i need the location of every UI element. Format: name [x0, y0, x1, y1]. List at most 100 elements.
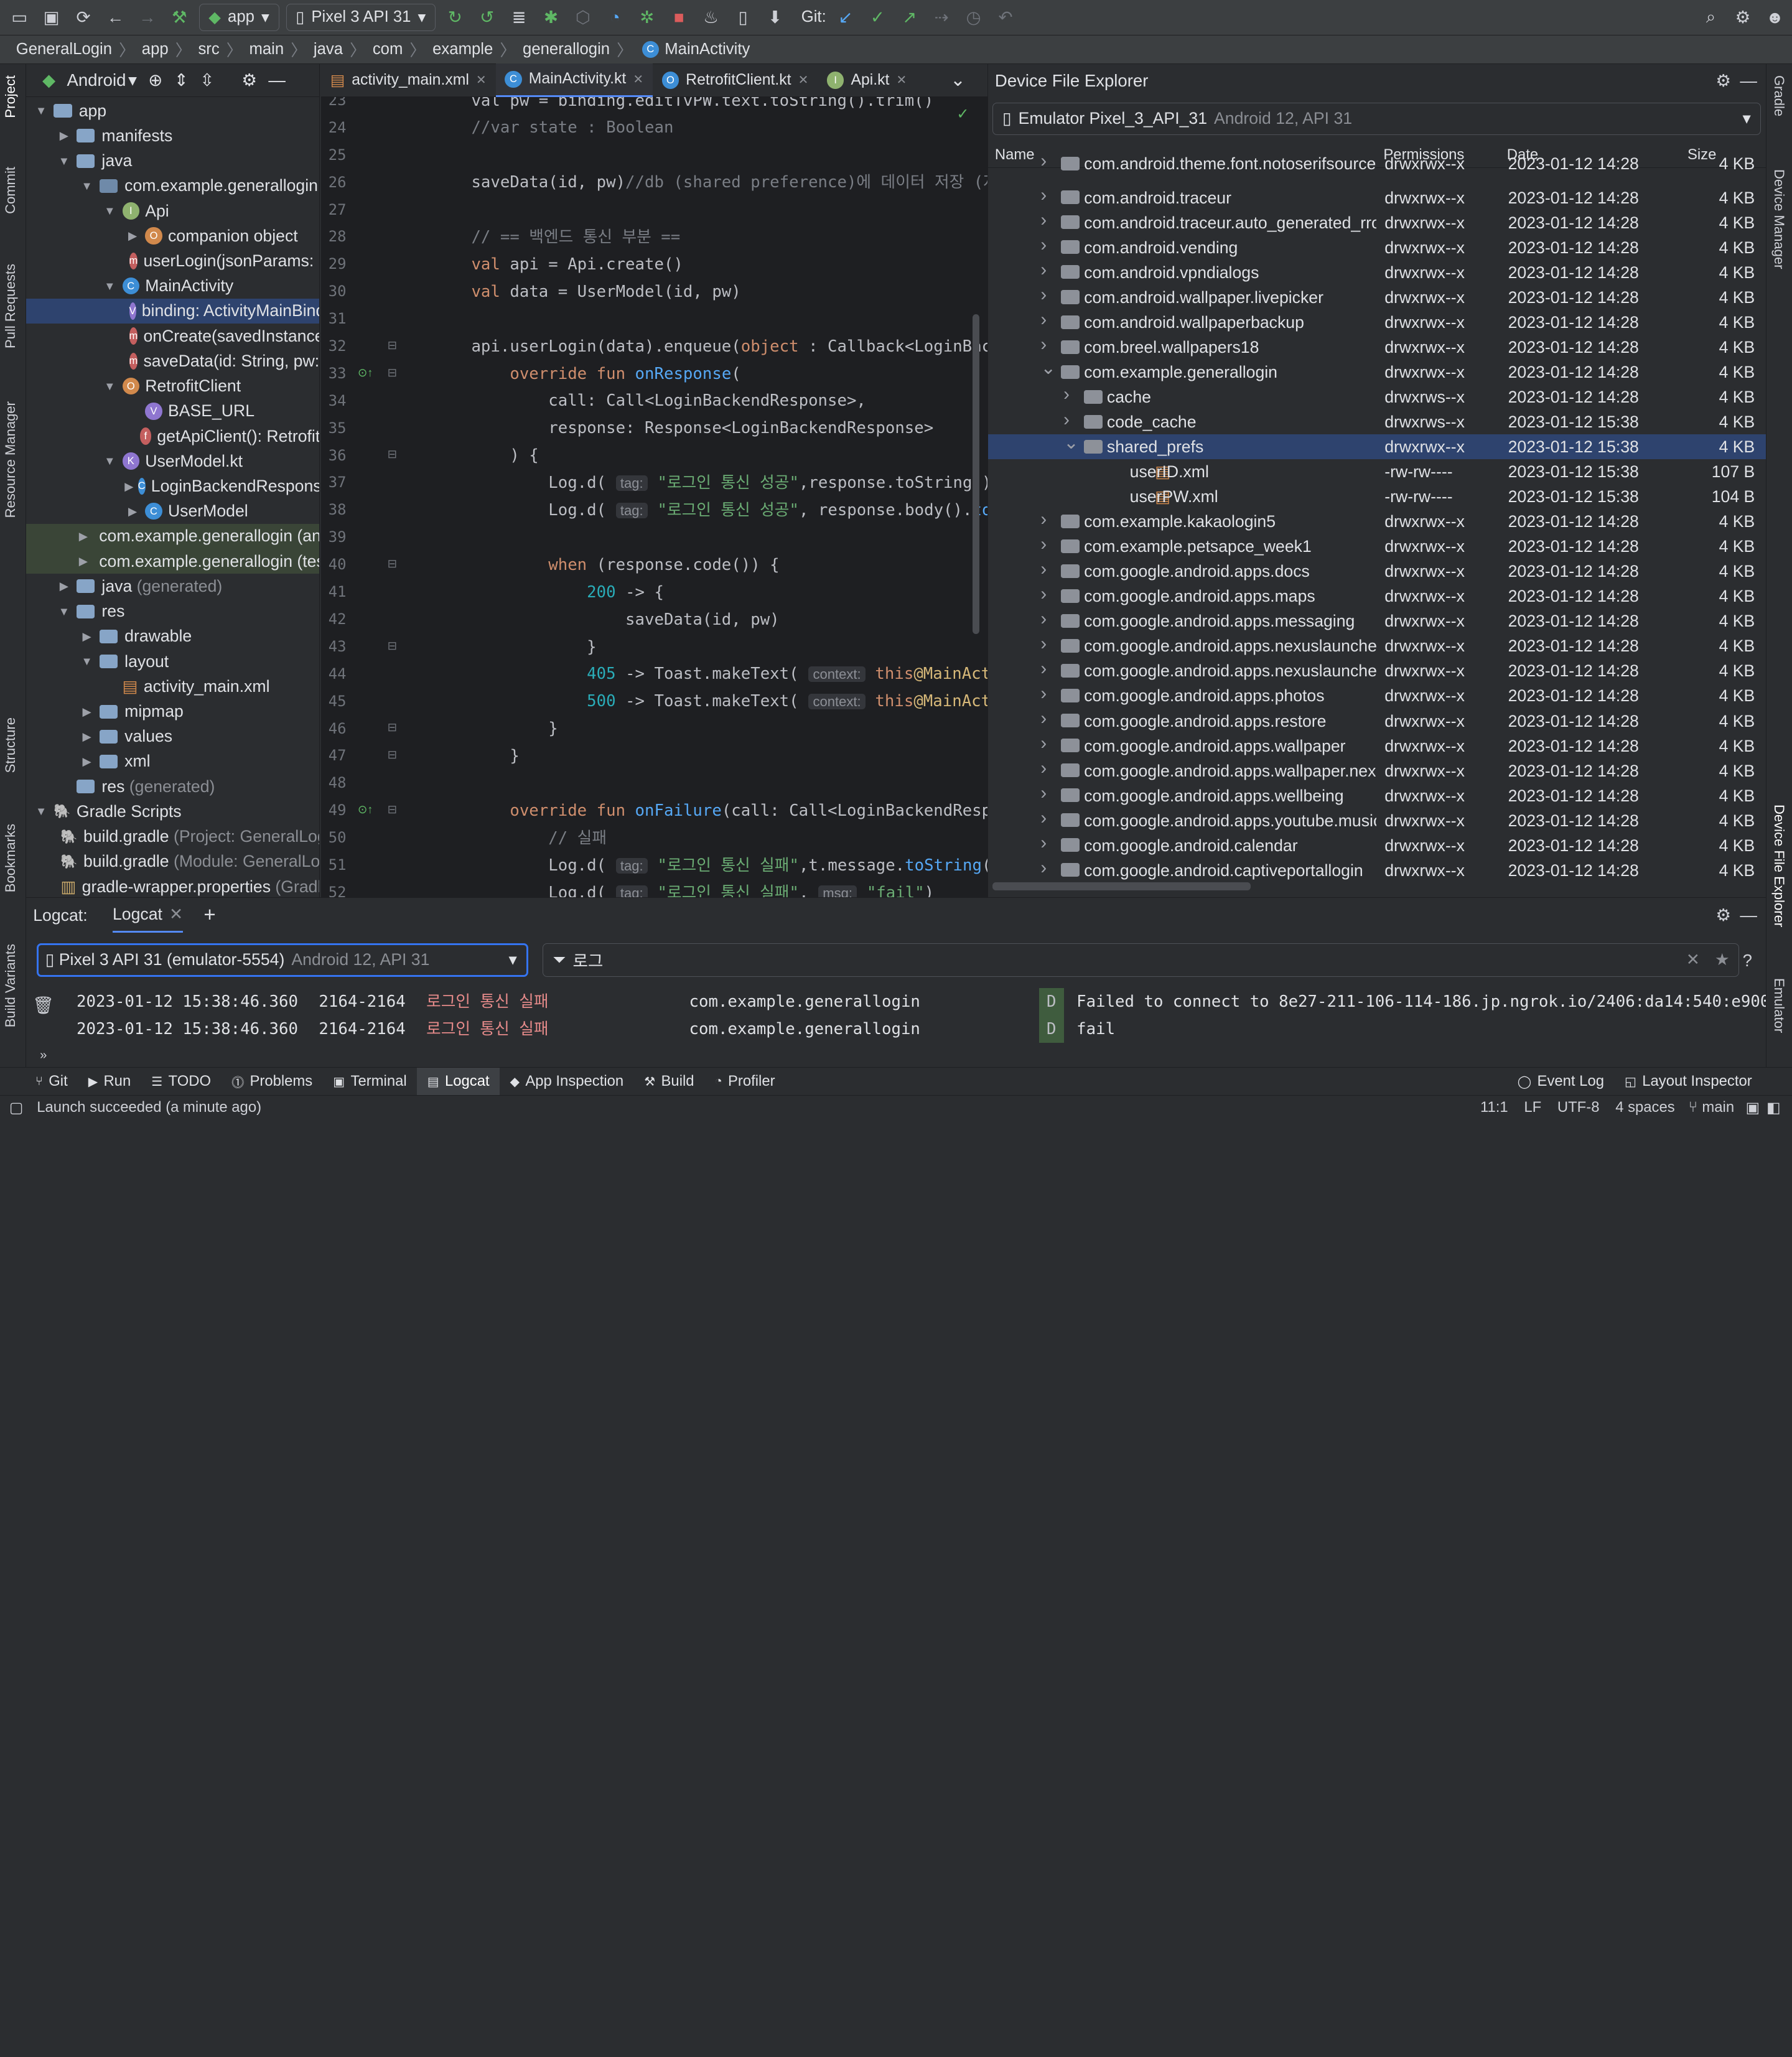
dfe-file-row[interactable]: › com.google.android.calendar drwxrwx--x 20… — [988, 833, 1766, 857]
project-tree-item[interactable]: ▼ O RetrofitClient — [101, 373, 319, 398]
dfe-file-row[interactable]: › com.google.android.apps.wellbeing drwxrw… — [988, 783, 1766, 808]
status-toggle-icon[interactable]: ▢ — [9, 1099, 24, 1117]
git-push-icon[interactable]: ↗ — [897, 5, 922, 30]
logcat-device-select[interactable]: ▯ Pixel 3 API 31 (emulator-5554) Android… — [36, 943, 528, 977]
breadcrumb-item[interactable]: com — [373, 40, 403, 58]
chevron-right-icon[interactable]: › — [1040, 210, 1047, 231]
attach-debugger-icon[interactable]: ⬡ — [571, 5, 595, 30]
bottom-tab[interactable]: ▤ Logcat — [417, 1067, 500, 1096]
bottom-tab[interactable]: ▶ Run — [78, 1068, 141, 1095]
chevron-right-icon[interactable]: › — [1040, 584, 1047, 605]
gradle-sync-icon[interactable]: ♨ — [698, 5, 723, 30]
stripe-commit[interactable]: Commit — [2, 167, 19, 214]
editor-tab[interactable]: O RetrofitClient.kt ✕ — [653, 63, 818, 96]
dfe-file-row[interactable]: › com.breel.wallpapers18 drwxrwx--x 2023-01… — [988, 334, 1766, 359]
dfe-file-row[interactable]: › cache drwxrws--x 2023-01-12 14:28 4 KB — [988, 384, 1766, 409]
event-log-button[interactable]: ◯ Event Log — [1507, 1068, 1614, 1095]
project-tree-item[interactable]: m userLogin(jsonParams: UserModel) — [124, 248, 319, 273]
project-tree-item[interactable]: ▼ C MainActivity — [101, 274, 319, 299]
chevron-down-icon[interactable]: ⌄ — [950, 69, 966, 91]
bottom-tab[interactable]: ⑂ Git — [25, 1068, 78, 1095]
dfe-file-row[interactable]: › com.android.wallpaperbackup drwxrwx--x 20… — [988, 309, 1766, 334]
run-config-select[interactable]: ◆ app ▾ — [198, 3, 279, 31]
chevron-right-icon[interactable]: › — [1063, 409, 1070, 431]
status-message[interactable]: Launch succeeded (a minute ago) — [37, 1099, 261, 1116]
dfe-file-row[interactable]: › com.google.android.captiveportallogin dr… — [988, 857, 1766, 882]
project-tree-item[interactable]: Vbinding: ActivityMainBinding — [26, 298, 320, 324]
chevron-right-icon[interactable]: ▶ — [124, 229, 141, 243]
project-tree-item[interactable]: 🐘 build.gradle(Module: GeneralLogin.app) — [56, 849, 319, 874]
chevron-right-icon[interactable]: › — [1040, 509, 1047, 530]
gear-icon[interactable]: ⚙ — [1730, 5, 1755, 30]
caret-position[interactable]: 11:1 — [1480, 1099, 1508, 1116]
minimize-icon[interactable]: — — [1736, 68, 1761, 93]
close-icon[interactable]: ✕ — [633, 72, 643, 87]
chevron-right-icon[interactable]: › — [1040, 309, 1047, 330]
dfe-file-row[interactable]: › com.google.android.apps.wallpaper.nexus… — [988, 758, 1766, 783]
chevron-right-icon[interactable]: › — [1040, 857, 1047, 879]
chevron-down-icon[interactable]: ▼ — [101, 279, 118, 293]
add-tab-icon[interactable]: + — [203, 903, 215, 927]
code-line[interactable]: Log.d( tag: "로그인 통신 성공",response.toStrin… — [394, 469, 987, 497]
git-commit-icon[interactable]: ✓ — [865, 5, 890, 30]
dfe-file-row[interactable]: ▤ userPW.xml -rw-rw---- 2023-01-12 15:38 104… — [988, 484, 1766, 509]
search-icon[interactable]: ⌕ — [1698, 5, 1723, 30]
project-tree-item[interactable]: 🐘 build.gradle(Project: GeneralLogin) — [56, 824, 319, 849]
chevron-down-icon[interactable]: ▼ — [56, 605, 72, 618]
chevron-right-icon[interactable]: › — [1040, 783, 1047, 804]
chevron-down-icon[interactable]: ⌄ — [1040, 357, 1056, 379]
bottom-tab[interactable]: ◔ Profiler — [704, 1068, 785, 1095]
code-line[interactable]: // 실패 — [394, 824, 607, 852]
bottom-tab[interactable]: ☰ TODO — [141, 1068, 222, 1095]
chevron-right-icon[interactable]: ▶ — [79, 705, 95, 719]
chevron-right-icon[interactable]: › — [1040, 708, 1047, 729]
code-line[interactable]: saveData(id, pw)//db (shared preference)… — [394, 169, 987, 196]
chevron-right-icon[interactable]: ▶ — [124, 480, 133, 493]
chevron-down-icon[interactable]: ▼ — [79, 655, 95, 668]
chevron-down-icon[interactable]: ▼ — [101, 204, 118, 218]
save-icon[interactable]: ▣ — [39, 5, 63, 30]
profile-icon[interactable]: ◔ — [602, 5, 627, 30]
git-update-icon[interactable]: ↙ — [833, 5, 858, 30]
code-line[interactable]: ) { — [394, 442, 538, 469]
gear-icon[interactable]: ⚙ — [1711, 68, 1736, 93]
project-tree-item[interactable]: m onCreate(savedInstanceState: Bundle?) — [124, 324, 319, 348]
minimize-icon[interactable]: — — [268, 70, 286, 90]
code-line[interactable]: when (response.code()) { — [394, 551, 779, 579]
chevron-right-icon[interactable]: ▶ — [56, 579, 72, 593]
apply-code-changes-icon[interactable]: ↺ — [474, 5, 499, 30]
project-tree-item[interactable]: m saveData(id: String, pw: String) — [124, 348, 319, 373]
project-tree-item[interactable]: f getApiClient(): Retrofit — [124, 424, 319, 449]
debug-attach-icon[interactable]: ✲ — [635, 5, 660, 30]
dfe-file-row[interactable]: › com.google.android.apps.photos drwxrwx--… — [988, 683, 1766, 708]
chevron-right-icon[interactable]: › — [1040, 151, 1047, 172]
breadcrumb-item[interactable]: src — [198, 40, 219, 58]
logcat-row[interactable]: 2023-01-12 15:38:46.360 2164-2164 로그인 통신 실… — [77, 987, 1766, 1015]
breadcrumb-item[interactable]: app — [142, 40, 169, 58]
code-line[interactable]: saveData(id, pw) — [394, 606, 780, 633]
expand-all-icon[interactable]: ⇕ — [174, 70, 189, 90]
device-select[interactable]: ▯ Pixel 3 API 31 ▾ — [286, 3, 436, 31]
chevron-down-icon[interactable]: ⌄ — [1063, 432, 1079, 454]
code-line[interactable]: 405 -> Toast.makeText( context: this@Mai… — [394, 660, 987, 688]
project-tree-item[interactable]: ▶ java (generated) — [56, 574, 319, 599]
chevron-right-icon[interactable]: ▶ — [124, 505, 141, 518]
close-icon[interactable]: ✕ — [798, 72, 809, 88]
chevron-right-icon[interactable]: › — [1040, 808, 1047, 829]
git-branch[interactable]: main — [1702, 1099, 1734, 1116]
device-manager-icon[interactable]: ▯ — [730, 5, 755, 30]
project-tree-item[interactable]: ▼ I Api — [101, 198, 319, 223]
chevron-right-icon[interactable]: › — [1040, 559, 1047, 580]
project-tree-item[interactable]: ▼ res — [56, 599, 319, 623]
apply-changes-icon[interactable]: ↻ — [442, 5, 467, 30]
close-icon[interactable]: ✕ — [896, 72, 907, 88]
code-line[interactable]: api.userLogin(data).enqueue(object : Cal… — [394, 333, 987, 360]
project-tree-item[interactable]: ▥ gradle-wrapper.properties(Gradle Versio… — [56, 874, 319, 897]
stripe-gradle[interactable]: Gradle — [1771, 75, 1787, 116]
project-tree-item[interactable]: ▼ com.example.generallogin — [79, 174, 320, 198]
bottom-tab[interactable]: ◆ App Inspection — [500, 1068, 634, 1095]
code-line[interactable]: // == 백엔드 통신 부분 == — [394, 223, 680, 251]
breadcrumb-item[interactable]: MainActivity — [665, 40, 750, 58]
dfe-file-row[interactable]: › com.android.theme.font.notoserifsource d… — [988, 151, 1766, 175]
open-folder-icon[interactable]: ▭ — [7, 5, 32, 30]
